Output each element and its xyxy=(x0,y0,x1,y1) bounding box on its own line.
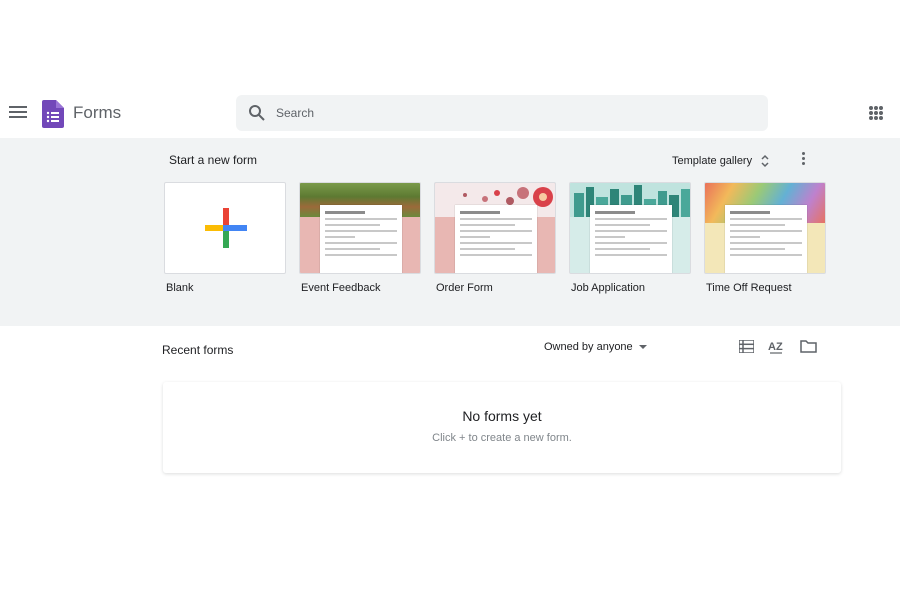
dropdown-caret-icon xyxy=(638,345,647,349)
template-list: Blank Event Feedback Order Form Job Appl… xyxy=(164,182,834,302)
recent-forms-title: Recent forms xyxy=(162,343,234,357)
template-event-feedback[interactable]: Event Feedback xyxy=(299,182,421,294)
thumbnail-form-preview xyxy=(725,205,807,273)
menu-icon[interactable] xyxy=(8,103,28,123)
template-thumbnail xyxy=(704,182,826,274)
forms-logo-icon[interactable] xyxy=(42,100,64,128)
thumbnail-form-preview xyxy=(590,205,672,273)
folder-icon[interactable] xyxy=(800,339,817,353)
plus-icon xyxy=(205,208,247,248)
template-thumbnail xyxy=(569,182,691,274)
search-icon[interactable] xyxy=(248,104,266,122)
owner-filter-label: Owned by anyone xyxy=(544,341,633,353)
sort-az-label: AZ xyxy=(768,341,783,353)
template-gallery-button[interactable]: Template gallery xyxy=(672,152,770,170)
template-label: Blank xyxy=(166,282,194,294)
template-label: Job Application xyxy=(571,282,645,294)
template-label: Time Off Request xyxy=(706,282,792,294)
top-header: Forms xyxy=(0,88,900,138)
search-box[interactable] xyxy=(236,95,768,131)
sort-az-icon[interactable]: AZ xyxy=(768,338,786,355)
template-blank[interactable]: Blank xyxy=(164,182,286,294)
empty-state-card: No forms yet Click + to create a new for… xyxy=(163,382,841,473)
empty-state-subtitle: Click + to create a new form. xyxy=(432,432,572,444)
start-new-form-section: Start a new form Template gallery Blank xyxy=(0,138,900,326)
more-vert-icon[interactable] xyxy=(800,152,806,168)
unfold-icon xyxy=(761,154,769,168)
template-thumbnail xyxy=(164,182,286,274)
thumbnail-form-preview xyxy=(320,205,402,273)
list-view-icon[interactable] xyxy=(739,340,754,353)
template-thumbnail xyxy=(299,182,421,274)
template-label: Event Feedback xyxy=(301,282,381,294)
apps-grid-icon[interactable] xyxy=(869,106,883,120)
template-thumbnail xyxy=(434,182,556,274)
template-time-off-request[interactable]: Time Off Request xyxy=(704,182,826,294)
search-input[interactable] xyxy=(276,95,746,131)
template-label: Order Form xyxy=(436,282,493,294)
app-name: Forms xyxy=(73,103,122,122)
empty-state-title: No forms yet xyxy=(462,408,542,424)
section-title: Start a new form xyxy=(169,153,258,167)
template-order-form[interactable]: Order Form xyxy=(434,182,556,294)
owner-filter-dropdown[interactable]: Owned by anyone xyxy=(544,341,647,353)
template-gallery-label: Template gallery xyxy=(672,155,753,167)
thumbnail-form-preview xyxy=(455,205,537,273)
template-job-application[interactable]: Job Application xyxy=(569,182,691,294)
